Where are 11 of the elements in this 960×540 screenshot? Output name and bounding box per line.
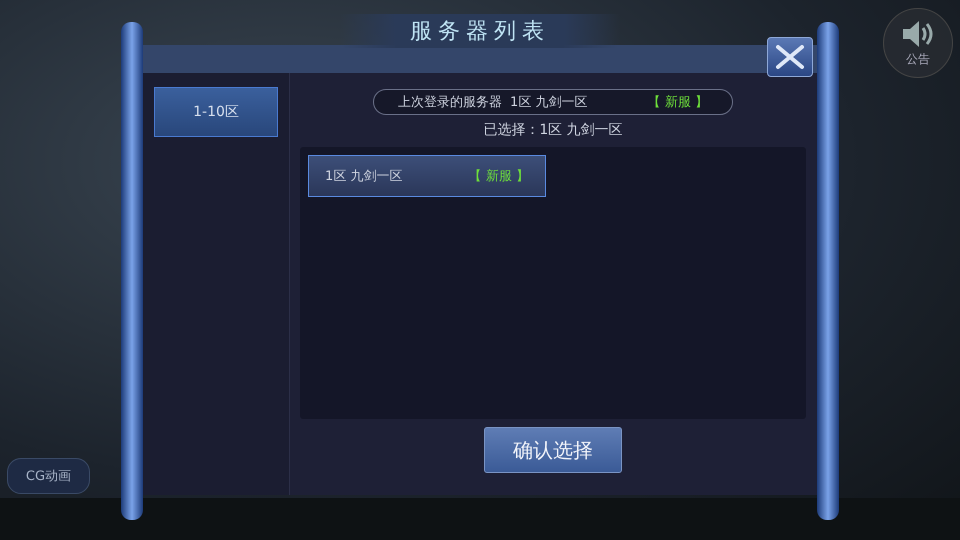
- server-item[interactable]: 1区 九剑一区 【 新服 】: [308, 155, 546, 197]
- announcement-button[interactable]: 公告: [883, 8, 953, 78]
- confirm-button[interactable]: 确认选择: [484, 427, 622, 473]
- selected-server-text: 已选择：1区 九剑一区: [483, 121, 623, 139]
- last-login-server: 1区 九剑一区: [510, 94, 588, 111]
- cg-animation-button[interactable]: CG动画: [7, 458, 90, 494]
- server-name: 1区 九剑一区: [325, 168, 402, 185]
- last-login-label: 上次登录的服务器: [398, 94, 502, 111]
- server-tag: 【 新服 】: [648, 93, 708, 111]
- zone-tab[interactable]: 1-10区: [154, 87, 278, 137]
- server-tag: 【 新服 】: [468, 167, 529, 185]
